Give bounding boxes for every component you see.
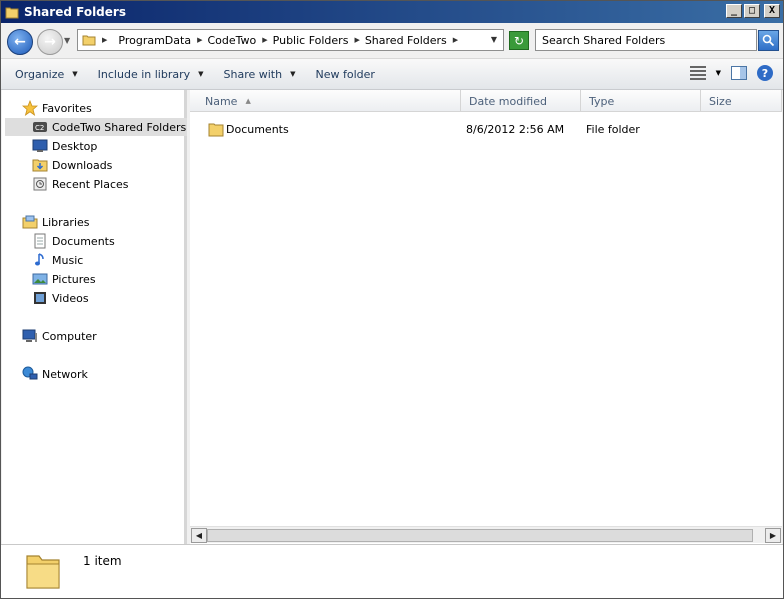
preview-pane-icon[interactable] (731, 66, 747, 80)
breadcrumb-separator-icon[interactable]: ▶ (453, 36, 458, 44)
refresh-button[interactable]: ↻ (509, 31, 529, 50)
share-with-button[interactable]: Share with ▼ (224, 68, 296, 81)
search-button[interactable] (758, 30, 779, 51)
sort-ascending-icon: ▲ (245, 97, 251, 105)
music-icon (32, 252, 48, 268)
breadcrumb-arrow[interactable]: ▶ (102, 36, 112, 44)
breadcrumb-separator-icon[interactable]: ▶ (262, 36, 267, 44)
breadcrumb-programdata[interactable]: ProgramData ▶ (118, 34, 207, 47)
nav-recent-places[interactable]: Recent Places (32, 175, 129, 193)
desktop-icon (32, 138, 48, 154)
back-arrow-icon: ← (14, 34, 26, 50)
window-title: Shared Folders (24, 5, 126, 19)
downloads-folder-icon (32, 157, 48, 173)
folder-icon (5, 7, 19, 18)
chevron-down-icon: ▼ (72, 70, 78, 78)
file-type: File folder (586, 123, 640, 136)
address-row: ← → ▼ ▶ ProgramData ▶ CodeTwo ▶ Public F… (1, 23, 783, 58)
libraries-icon (22, 214, 38, 230)
breadcrumb-codetwo[interactable]: CodeTwo ▶ (207, 34, 272, 47)
recent-places-icon (32, 176, 48, 192)
organize-button[interactable]: Organize ▼ (15, 68, 78, 81)
codetwo-icon: C2 (32, 119, 48, 135)
nav-network[interactable]: Network (22, 365, 88, 383)
navigation-pane: Favorites C2 CodeTwo Shared Folders Desk… (2, 90, 187, 544)
forward-button[interactable]: → (37, 29, 63, 55)
view-dropdown-icon[interactable]: ▼ (716, 69, 721, 77)
file-list: Name ▲ Date modified Type Size Documents … (190, 90, 782, 544)
horizontal-scrollbar[interactable]: ◀ ▶ (190, 526, 782, 543)
star-icon (22, 100, 38, 116)
videos-icon (32, 290, 48, 306)
refresh-icon: ↻ (513, 33, 525, 48)
recent-pages-dropdown[interactable]: ▼ (64, 36, 70, 45)
scroll-left-button[interactable]: ◀ (191, 528, 207, 543)
nav-libraries[interactable]: Libraries (22, 213, 90, 231)
network-icon (22, 366, 38, 382)
address-history-dropdown[interactable]: ▼ (491, 35, 497, 44)
breadcrumb-public-folders[interactable]: Public Folders ▶ (273, 34, 365, 47)
nav-music[interactable]: Music (32, 251, 83, 269)
help-icon[interactable]: ? (757, 65, 773, 81)
search-icon (762, 34, 775, 47)
column-type[interactable]: Type (581, 90, 701, 112)
column-date-modified[interactable]: Date modified (461, 90, 581, 112)
breadcrumb-separator-icon[interactable]: ▶ (354, 36, 359, 44)
scroll-right-button[interactable]: ▶ (765, 528, 781, 543)
chevron-down-icon: ▼ (198, 70, 204, 78)
address-bar[interactable]: ▶ ProgramData ▶ CodeTwo ▶ Public Folders… (77, 29, 504, 51)
scrollbar-thumb[interactable] (207, 529, 753, 542)
nav-favorites[interactable]: Favorites (22, 99, 92, 117)
close-button[interactable]: X (764, 4, 780, 18)
view-options-icon[interactable] (689, 66, 706, 80)
folder-icon (26, 555, 60, 589)
pictures-icon (32, 271, 48, 287)
details-pane: 1 item (1, 544, 783, 598)
computer-icon (22, 328, 38, 344)
breadcrumb-shared-folders[interactable]: Shared Folders ▶ (365, 34, 463, 47)
search-input[interactable]: Search Shared Folders (535, 29, 757, 51)
include-in-library-button[interactable]: Include in library ▼ (98, 68, 204, 81)
file-date-modified: 8/6/2012 2:56 AM (466, 123, 565, 136)
nav-codetwo-shared-folders[interactable]: C2 CodeTwo Shared Folders (5, 118, 187, 136)
nav-pictures[interactable]: Pictures (32, 270, 96, 288)
folder-icon (208, 123, 224, 137)
file-name: Documents (226, 123, 289, 136)
explorer-window: Shared Folders _ □ X ← → ▼ ▶ ProgramData… (0, 0, 784, 599)
maximize-button[interactable]: □ (744, 4, 760, 18)
breadcrumb-separator-icon[interactable]: ▶ (197, 36, 202, 44)
chevron-down-icon: ▼ (290, 70, 296, 78)
nav-downloads[interactable]: Downloads (32, 156, 112, 174)
svg-text:C2: C2 (35, 124, 44, 132)
minimize-button[interactable]: _ (726, 4, 742, 18)
forward-arrow-icon: → (44, 34, 56, 50)
title-bar[interactable]: Shared Folders _ □ X (1, 1, 783, 23)
command-bar: Organize ▼ Include in library ▼ Share with… (1, 58, 783, 90)
column-header-row: Name ▲ Date modified Type Size (190, 90, 782, 112)
nav-videos[interactable]: Videos (32, 289, 89, 307)
item-count: 1 item (83, 554, 122, 568)
back-button[interactable]: ← (7, 29, 33, 55)
nav-documents[interactable]: Documents (32, 232, 115, 250)
nav-computer[interactable]: Computer (22, 327, 97, 345)
column-name[interactable]: Name ▲ (190, 90, 461, 112)
documents-icon (32, 233, 48, 249)
folder-icon (82, 35, 96, 46)
new-folder-button[interactable]: New folder (315, 68, 374, 81)
column-size[interactable]: Size (701, 90, 782, 112)
table-row[interactable]: Documents 8/6/2012 2:56 AM File folder (190, 120, 782, 140)
nav-desktop[interactable]: Desktop (32, 137, 97, 155)
